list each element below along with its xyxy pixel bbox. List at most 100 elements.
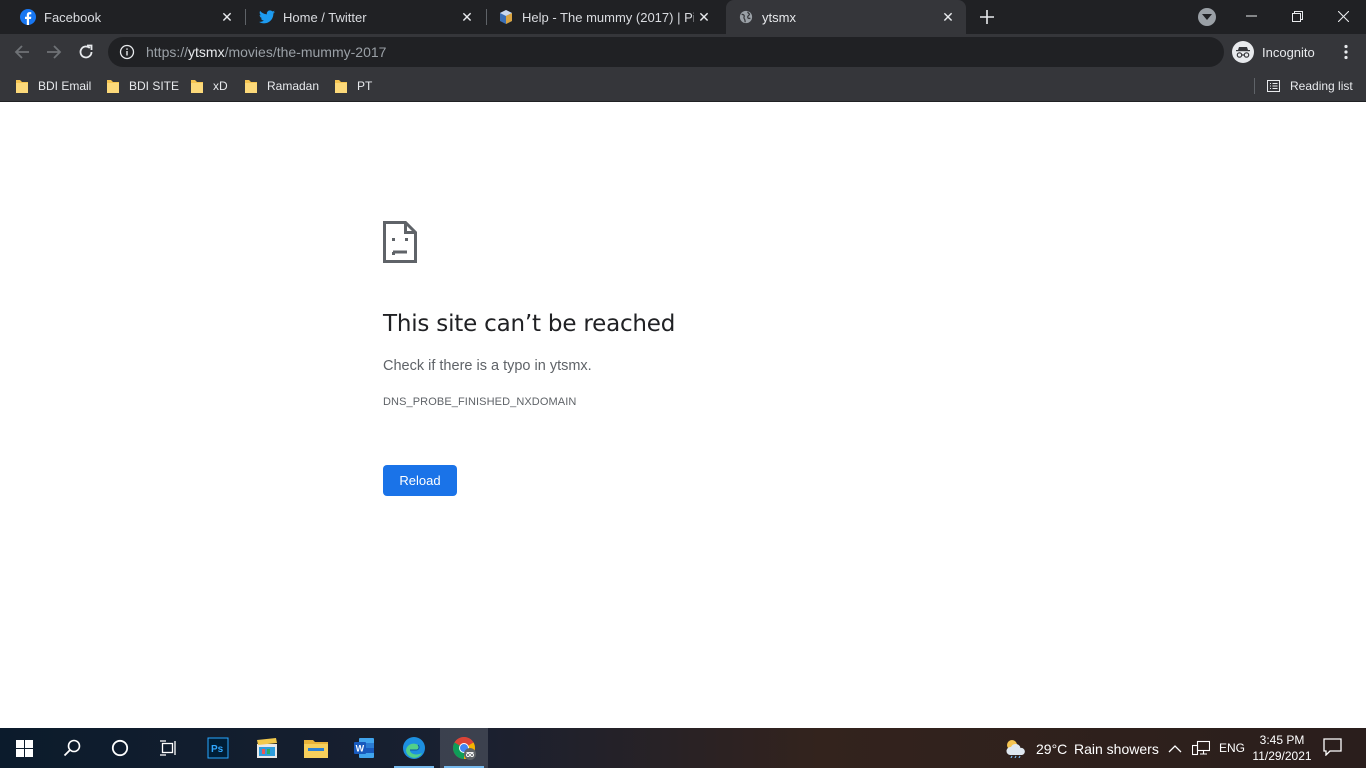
network-icon: [1191, 740, 1211, 756]
video-editor-taskbar-app[interactable]: [243, 728, 291, 768]
clapperboard-icon: [257, 738, 277, 758]
windows-taskbar: Ps W 29°C Rain showers ENG 3:45 PM 11/29…: [0, 728, 1366, 768]
folder-icon: [107, 79, 119, 93]
tab-close-icon[interactable]: ✕: [217, 7, 237, 27]
folder-icon: [16, 79, 28, 93]
incognito-label: Incognito: [1262, 44, 1315, 60]
chevron-down-icon: [1202, 14, 1212, 20]
bookmarks-divider: [1254, 78, 1255, 94]
bookmark-label: BDI Email: [38, 79, 92, 93]
language-indicator[interactable]: ENG: [1219, 741, 1245, 755]
restore-button[interactable]: [1274, 0, 1320, 32]
edge-taskbar-app[interactable]: [390, 728, 438, 768]
bookmark-folder-ramadan[interactable]: Ramadan: [245, 75, 319, 97]
bookmark-label: PT: [357, 79, 373, 93]
start-button[interactable]: [0, 728, 48, 768]
close-window-button[interactable]: [1320, 0, 1366, 32]
task-view-icon: [160, 740, 176, 756]
action-center-button[interactable]: [1323, 738, 1343, 758]
tab-search-button[interactable]: [1198, 8, 1216, 26]
windows-logo-icon: [15, 739, 33, 757]
tab-ytsmx[interactable]: ytsmx ✕: [726, 0, 966, 34]
tab-title: Facebook: [44, 9, 102, 25]
reload-toolbar-button[interactable]: [72, 38, 100, 66]
reload-button[interactable]: Reload: [383, 465, 457, 496]
folder-icon: [245, 79, 257, 93]
twitter-icon: [259, 9, 275, 25]
pinoy-site-icon: [498, 9, 514, 25]
reload-icon: [79, 44, 93, 59]
bookmark-folder-bdi-site[interactable]: BDI SITE: [107, 75, 179, 97]
tab-facebook[interactable]: Facebook ✕: [0, 0, 245, 34]
show-hidden-icons-button[interactable]: [1168, 741, 1184, 755]
reading-list-label: Reading list: [1290, 79, 1353, 93]
more-vert-icon: [1344, 44, 1348, 60]
file-explorer-icon: [304, 740, 328, 758]
svg-text:W: W: [356, 744, 365, 754]
tab-close-icon[interactable]: ✕: [938, 7, 958, 27]
clock-time: 3:45 PM: [1259, 733, 1305, 747]
facebook-icon: [20, 9, 36, 25]
toolbar: https://ytsmx/movies/the-mummy-2017 Inco…: [0, 34, 1366, 70]
weather-icon[interactable]: [1004, 738, 1028, 759]
word-icon: W: [354, 738, 374, 758]
weather-description[interactable]: Rain showers: [1074, 741, 1159, 757]
arrow-left-icon: [14, 45, 29, 59]
tab-close-icon[interactable]: ✕: [694, 7, 714, 27]
photoshop-icon: Ps: [207, 737, 229, 759]
chrome-incognito-icon: [453, 737, 476, 760]
error-page: This site can’t be reached Check if ther…: [0, 103, 1366, 728]
back-button[interactable]: [8, 38, 36, 66]
arrow-right-icon: [47, 45, 62, 59]
bookmark-label: Ramadan: [267, 79, 320, 93]
error-hint: Check if there is a typo in ytsmx.: [383, 358, 592, 374]
minimize-icon: [1245, 15, 1257, 17]
cortana-icon: [111, 739, 129, 757]
tab-title: ytsmx: [762, 9, 796, 25]
search-button[interactable]: [48, 728, 96, 768]
cortana-button[interactable]: [96, 728, 144, 768]
error-title: This site can’t be reached: [383, 311, 676, 337]
reading-list-icon: [1267, 80, 1280, 92]
minimize-button[interactable]: [1228, 0, 1274, 32]
tab-title: Home / Twitter: [283, 9, 367, 25]
incognito-icon: [1232, 41, 1254, 63]
bookmark-folder-bdi-email[interactable]: BDI Email: [16, 75, 91, 97]
edge-icon: [403, 737, 425, 759]
plus-icon: [980, 10, 994, 24]
clock-date: 11/29/2021: [1252, 749, 1312, 763]
chrome-incognito-taskbar-app[interactable]: [440, 728, 488, 768]
bookmark-folder-pt[interactable]: PT: [335, 75, 372, 97]
forward-button[interactable]: [40, 38, 68, 66]
clock[interactable]: 3:45 PM 11/29/2021: [1252, 732, 1312, 766]
url-text: https://ytsmx/movies/the-mummy-2017: [146, 44, 387, 60]
tab-close-icon[interactable]: ✕: [457, 7, 477, 27]
reading-list-button[interactable]: Reading list: [1267, 75, 1353, 97]
close-icon: [1337, 10, 1349, 22]
menu-button[interactable]: [1332, 38, 1360, 66]
incognito-profile-button[interactable]: Incognito: [1232, 39, 1315, 65]
svg-text:Ps: Ps: [211, 744, 224, 755]
weather-temperature[interactable]: 29°C: [1036, 741, 1067, 757]
folder-icon: [335, 79, 347, 93]
globe-icon: [738, 9, 754, 25]
error-code: DNS_PROBE_FINISHED_NXDOMAIN: [383, 396, 577, 408]
file-explorer-taskbar-app[interactable]: [292, 728, 340, 768]
info-icon[interactable]: [119, 44, 135, 60]
network-button[interactable]: [1191, 740, 1211, 756]
new-tab-button[interactable]: [976, 6, 998, 28]
search-icon: [63, 739, 81, 757]
notification-icon: [1323, 738, 1342, 757]
bookmarks-bar: BDI Email BDI SITE xD Ramadan PT Reading…: [0, 70, 1366, 102]
tab-twitter[interactable]: Home / Twitter ✕: [239, 0, 485, 34]
word-taskbar-app[interactable]: W: [340, 728, 388, 768]
task-view-button[interactable]: [144, 728, 192, 768]
photoshop-taskbar-app[interactable]: Ps: [194, 728, 242, 768]
chevron-up-icon: [1168, 745, 1182, 753]
address-bar[interactable]: https://ytsmx/movies/the-mummy-2017: [108, 37, 1224, 67]
bookmark-folder-xd[interactable]: xD: [191, 75, 228, 97]
bookmark-label: xD: [213, 79, 228, 93]
tab-pinoy-help[interactable]: Help - The mummy (2017) | Pino ✕: [478, 0, 726, 34]
bookmark-label: BDI SITE: [129, 79, 180, 93]
restore-icon: [1291, 10, 1303, 22]
